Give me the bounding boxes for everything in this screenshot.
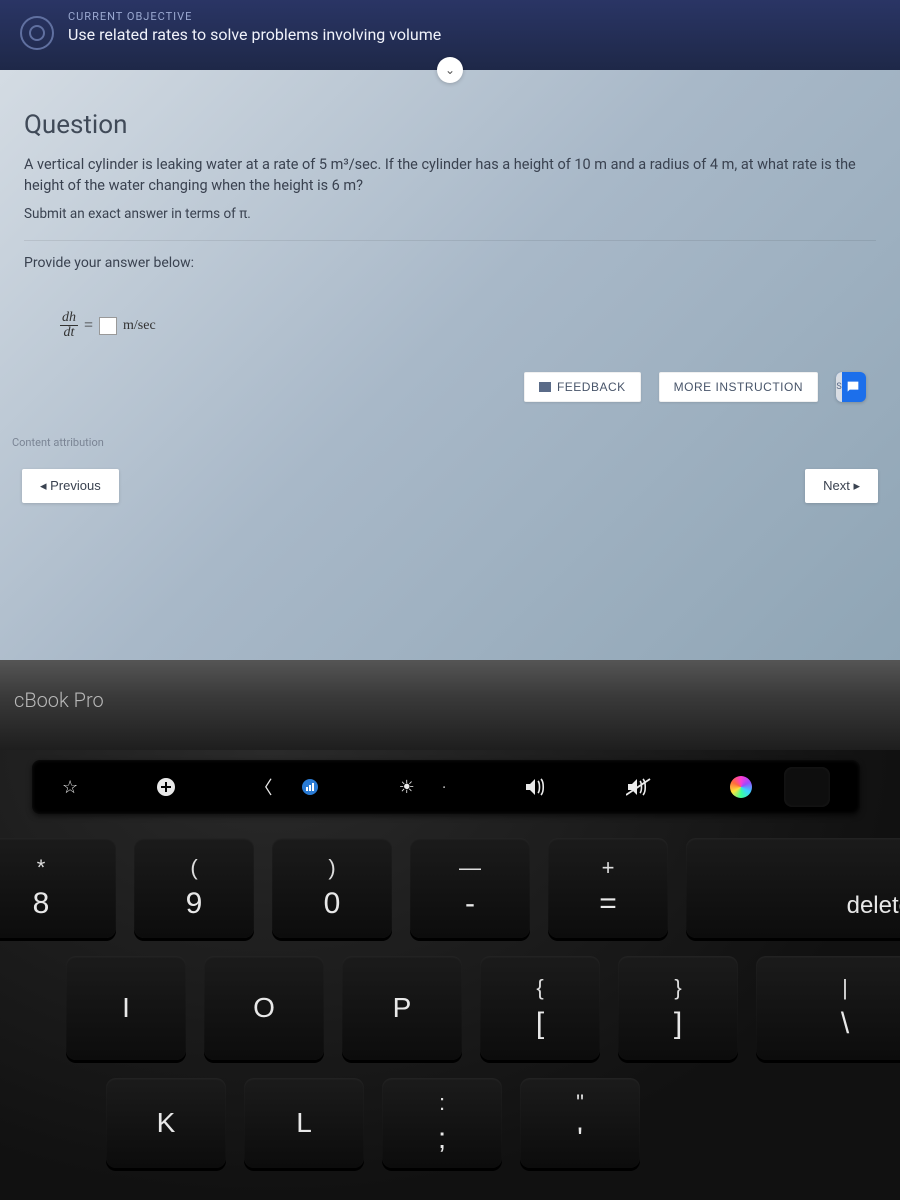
feedback-button[interactable]: FEEDBACK: [524, 372, 641, 402]
content-attribution[interactable]: Content attribution: [0, 430, 900, 455]
previous-button[interactable]: ◂ Previous: [22, 469, 119, 503]
question-title: Question: [24, 110, 876, 140]
key-semicolon[interactable]: : ;: [382, 1078, 502, 1168]
provide-label: Provide your answer below:: [24, 255, 876, 271]
objective-label: CURRENT OBJECTIVE: [68, 10, 441, 23]
objective-text: Use related rates to solve problems invo…: [68, 25, 441, 44]
chat-icon: [845, 379, 861, 395]
screen: CURRENT OBJECTIVE Use related rates to s…: [0, 0, 900, 660]
siri-icon[interactable]: [730, 776, 752, 798]
key-p[interactable]: P: [342, 956, 462, 1060]
submit-hint-letter: S: [836, 372, 842, 402]
feedback-icon: [539, 382, 551, 392]
key-k[interactable]: K: [106, 1078, 226, 1168]
key-o[interactable]: O: [204, 956, 324, 1060]
equals-sign: =: [84, 317, 93, 335]
key-0[interactable]: ) 0: [272, 838, 392, 938]
volume-icon[interactable]: [524, 778, 548, 796]
laptop-model-label: cBook Pro: [14, 688, 104, 712]
divider: [24, 240, 876, 241]
brightness-icon[interactable]: ☀: [399, 777, 415, 798]
touch-bar[interactable]: ☆ 〈 ☀ •: [32, 760, 860, 814]
question-card: Question A vertical cylinder is leaking …: [14, 100, 886, 420]
objective-header: CURRENT OBJECTIVE Use related rates to s…: [0, 0, 900, 70]
key-delete[interactable]: delete: [686, 838, 900, 938]
touch-id-button[interactable]: [784, 767, 830, 807]
key-bracket-right[interactable]: } ]: [618, 956, 738, 1060]
question-hint: Submit an exact answer in terms of π.: [24, 206, 876, 222]
key-quote[interactable]: " ': [520, 1078, 640, 1168]
keyboard: * 8 ( 9 ) 0 — - + = delete I O P: [0, 838, 900, 1186]
key-equals[interactable]: + =: [548, 838, 668, 938]
key-minus[interactable]: — -: [410, 838, 530, 938]
fraction-dhdt: dh dt: [60, 311, 78, 340]
question-body: A vertical cylinder is leaking water at …: [24, 154, 876, 196]
mute-icon[interactable]: [626, 778, 652, 796]
key-8[interactable]: * 8: [0, 838, 116, 938]
key-bracket-left[interactable]: { [: [480, 956, 600, 1060]
answer-input[interactable]: [99, 317, 117, 335]
plus-icon[interactable]: [156, 777, 176, 797]
key-i[interactable]: I: [66, 956, 186, 1060]
chevron-down-icon[interactable]: ⌄: [437, 57, 463, 83]
action-bar: FEEDBACK MORE INSTRUCTION S: [24, 368, 876, 410]
nav-row: ◂ Previous Next ▸: [0, 455, 900, 517]
back-icon[interactable]: 〈: [254, 774, 272, 800]
star-icon[interactable]: ☆: [62, 777, 78, 798]
signal-icon[interactable]: [300, 779, 320, 795]
key-backslash[interactable]: | \: [756, 956, 900, 1060]
answer-equation: dh dt = m/sec: [60, 311, 876, 340]
key-9[interactable]: ( 9: [134, 838, 254, 938]
brightness-dot-icon[interactable]: •: [443, 783, 446, 792]
key-l[interactable]: L: [244, 1078, 364, 1168]
next-button[interactable]: Next ▸: [805, 469, 878, 503]
more-instruction-button[interactable]: MORE INSTRUCTION: [659, 372, 818, 402]
chat-button[interactable]: S: [836, 372, 866, 402]
unit-label: m/sec: [123, 318, 156, 334]
objective-progress-icon: [20, 16, 54, 50]
laptop-hinge: [0, 660, 900, 750]
